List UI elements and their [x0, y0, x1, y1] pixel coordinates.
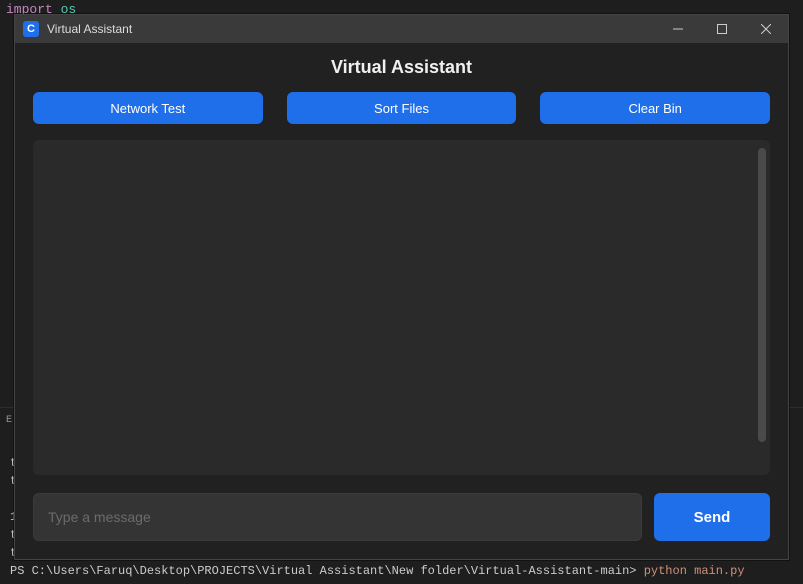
action-row: Network Test Sort Files Clear Bin — [33, 92, 770, 124]
network-test-button[interactable]: Network Test — [33, 92, 263, 124]
terminal-prompt-line: PS C:\Users\Faruq\Desktop\PROJECTS\Virtu… — [10, 562, 793, 580]
app-icon: C — [23, 21, 39, 37]
clear-bin-button[interactable]: Clear Bin — [540, 92, 770, 124]
send-button[interactable]: Send — [654, 493, 770, 541]
app-body: Virtual Assistant Network Test Sort File… — [15, 43, 788, 559]
output-area[interactable] — [33, 140, 770, 475]
chat-input[interactable] — [33, 493, 642, 541]
terminal-command: python main.py — [644, 564, 745, 578]
terminal-tab-label: E — [6, 415, 12, 426]
input-row: Send — [33, 493, 770, 541]
page-title: Virtual Assistant — [33, 57, 770, 78]
sort-files-button[interactable]: Sort Files — [287, 92, 517, 124]
app-window: C Virtual Assistant Virtual Assistant Ne… — [14, 14, 789, 560]
window-titlebar[interactable]: C Virtual Assistant — [15, 15, 788, 43]
maximize-icon — [717, 24, 727, 34]
minimize-icon — [673, 24, 683, 34]
close-icon — [761, 24, 771, 34]
maximize-button[interactable] — [700, 15, 744, 43]
terminal-prompt-prefix: PS C:\Users\Faruq\Desktop\PROJECTS\Virtu… — [10, 564, 644, 578]
close-button[interactable] — [744, 15, 788, 43]
scrollbar-thumb[interactable] — [758, 148, 766, 442]
window-title: Virtual Assistant — [47, 22, 132, 36]
window-controls — [656, 15, 788, 43]
minimize-button[interactable] — [656, 15, 700, 43]
